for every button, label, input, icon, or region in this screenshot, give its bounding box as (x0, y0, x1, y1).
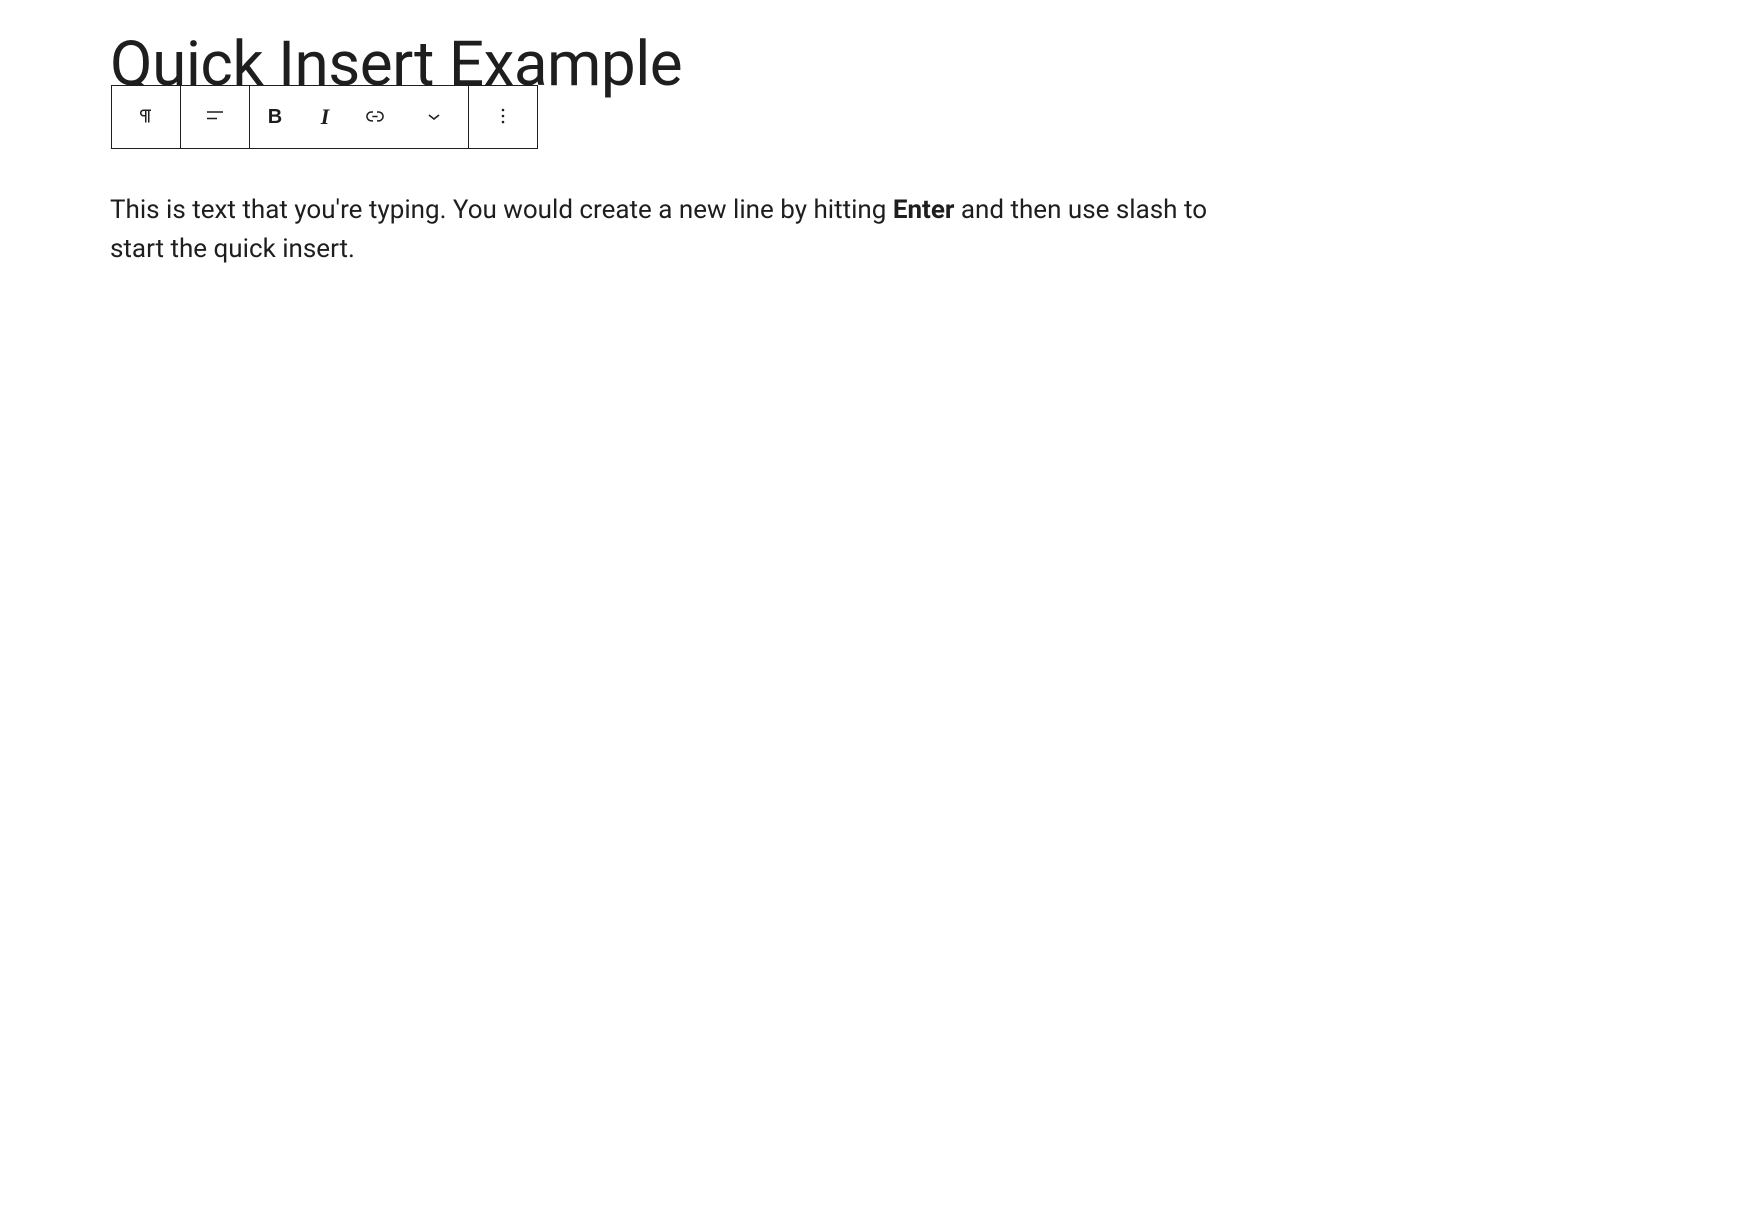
toolbar-group-formatting: B I (250, 86, 469, 148)
link-button[interactable] (350, 86, 400, 148)
more-formatting-button[interactable] (400, 86, 468, 148)
italic-icon: I (321, 104, 330, 130)
editor-container: Quick Insert Example B (0, 0, 1760, 269)
more-vertical-icon (491, 104, 515, 131)
paragraph-block[interactable]: This is text that you're typing. You wou… (110, 191, 1260, 269)
align-button[interactable] (181, 86, 249, 148)
more-options-button[interactable] (469, 86, 537, 148)
bold-button[interactable]: B (250, 86, 300, 148)
italic-button[interactable]: I (300, 86, 350, 148)
paragraph-block-button[interactable] (112, 86, 180, 148)
paragraph-bold-word: Enter (893, 195, 955, 225)
chevron-down-icon (422, 104, 446, 131)
align-left-icon (203, 104, 227, 131)
bold-icon: B (268, 106, 282, 129)
toolbar-group-more (469, 86, 537, 148)
toolbar-group-align (181, 86, 250, 148)
link-icon (363, 104, 387, 131)
pilcrow-icon (134, 104, 158, 131)
paragraph-text-before: This is text that you're typing. You wou… (110, 195, 893, 225)
toolbar-group-block-type (112, 86, 181, 148)
block-toolbar: B I (111, 85, 538, 149)
